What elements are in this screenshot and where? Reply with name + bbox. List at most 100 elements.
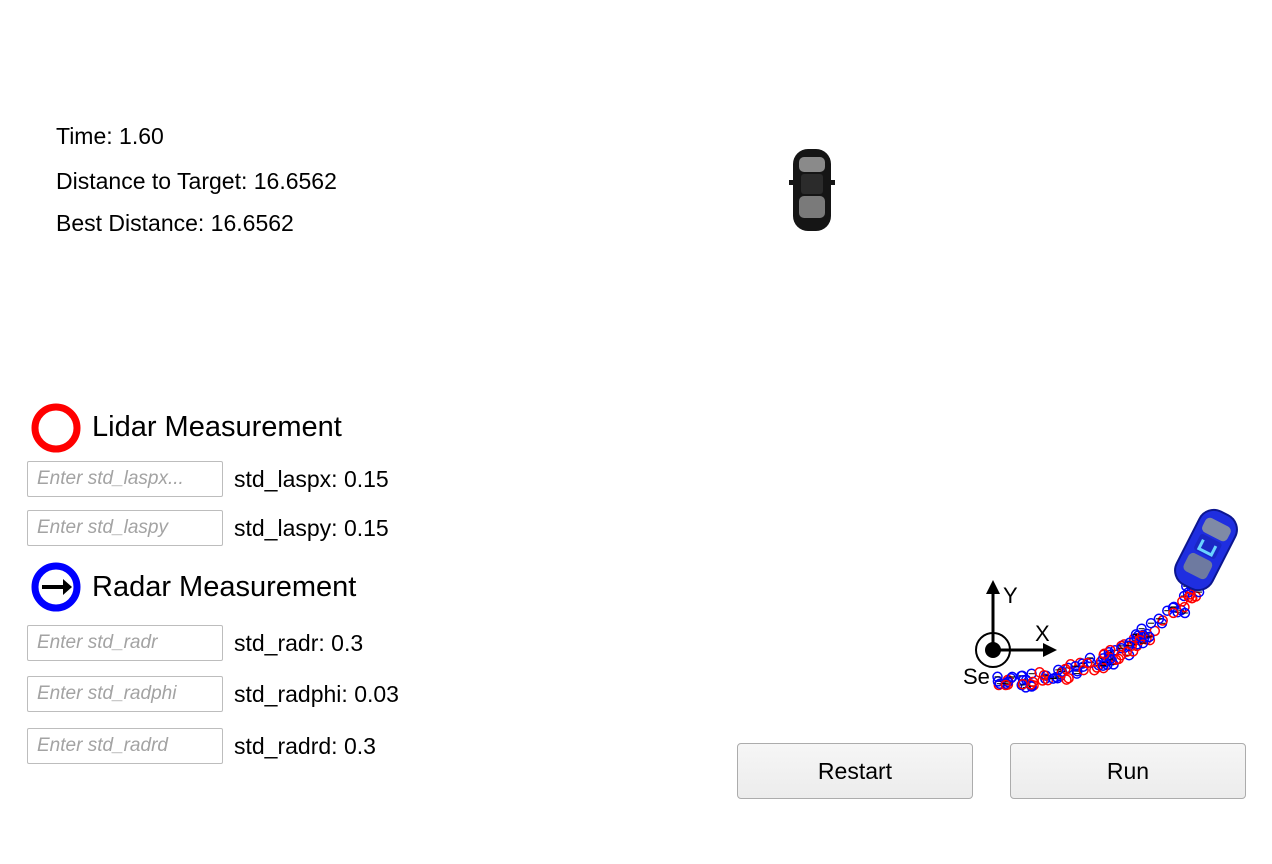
lidar-marker <box>1183 591 1195 603</box>
lidar-marker <box>1190 591 1202 602</box>
radar-marker <box>1156 618 1168 629</box>
lidar-marker <box>1131 640 1143 652</box>
radar-marker <box>1072 665 1083 677</box>
lidar-marker <box>1118 639 1130 650</box>
lidar-marker <box>1168 607 1179 619</box>
std-laspy-input[interactable] <box>27 510 223 546</box>
lidar-marker <box>1179 601 1190 613</box>
lidar-marker <box>1061 674 1072 685</box>
radar-marker <box>1179 607 1191 619</box>
radar-marker <box>1123 649 1135 661</box>
radar-marker <box>1132 630 1144 641</box>
std-laspx-input[interactable] <box>27 461 223 497</box>
radar-marker <box>1099 657 1111 668</box>
radar-marker <box>1056 666 1068 677</box>
radar-marker <box>1052 673 1063 684</box>
radar-marker <box>1097 653 1109 664</box>
radar-marker <box>1104 653 1116 665</box>
lidar-marker <box>1089 664 1100 676</box>
lidar-marker <box>1000 679 1011 691</box>
radar-marker <box>1040 673 1051 685</box>
radar-marker <box>1005 672 1017 684</box>
radar-marker <box>1062 662 1074 674</box>
radar-marker <box>1193 586 1205 598</box>
radar-marker <box>1190 579 1202 590</box>
radar-marker <box>1026 681 1037 692</box>
run-button[interactable]: Run <box>1010 743 1246 799</box>
std-radphi-input[interactable] <box>27 676 223 712</box>
black-car-icon <box>789 149 835 231</box>
x-axis-label: X <box>1035 621 1050 646</box>
std-radr-input[interactable] <box>27 625 223 661</box>
time-readout: Time: 1.60 <box>56 123 164 149</box>
radar-marker <box>1116 643 1127 654</box>
radar-marker <box>1051 671 1062 683</box>
lidar-marker <box>1002 674 1014 686</box>
radar-marker <box>1077 661 1089 672</box>
lidar-marker <box>1115 649 1127 661</box>
std-laspy-label: std_laspy: 0.15 <box>234 515 389 541</box>
lidar-marker <box>1078 664 1089 676</box>
radar-marker <box>1103 646 1115 658</box>
radar-measurement-title: Radar Measurement <box>92 571 357 603</box>
lidar-marker <box>1091 662 1103 673</box>
radar-marker <box>1000 678 1011 689</box>
radar-marker <box>1168 601 1180 613</box>
radar-marker <box>1077 658 1088 669</box>
radar-marker <box>1002 676 1014 688</box>
radar-marker <box>1016 670 1027 682</box>
lidar-marker <box>1074 657 1086 669</box>
lidar-marker <box>1121 646 1133 658</box>
radar-marker <box>1108 659 1119 670</box>
lidar-marker <box>1186 592 1197 604</box>
radar-marker <box>1106 655 1118 666</box>
distance-to-target-readout: Distance to Target: 16.6562 <box>56 168 337 194</box>
radar-marker <box>994 678 1006 689</box>
radar-marker <box>1139 632 1150 643</box>
std-radrd-label: std_radrd: 0.3 <box>234 733 376 759</box>
std-radrd-input[interactable] <box>27 728 223 764</box>
radar-marker <box>1136 623 1147 634</box>
radar-marker <box>1102 659 1113 671</box>
radar-marker <box>992 671 1003 683</box>
radar-marker <box>1182 587 1194 598</box>
radar-marker <box>1016 670 1028 681</box>
lidar-marker <box>1113 653 1124 665</box>
radar-marker <box>1189 575 1200 586</box>
lidar-marker <box>1127 646 1139 657</box>
restart-button[interactable]: Restart <box>737 743 973 799</box>
radar-marker <box>1040 670 1052 681</box>
lidar-marker <box>1128 633 1140 644</box>
lidar-marker <box>1063 672 1074 684</box>
radar-marker <box>1144 631 1155 643</box>
radar-marker <box>1124 637 1135 649</box>
lidar-marker <box>1129 635 1140 647</box>
blue-car-icon <box>1174 508 1238 592</box>
radar-marker <box>992 676 1004 687</box>
radar-marker <box>1153 613 1165 625</box>
lidar-marker <box>1105 644 1116 656</box>
lidar-marker <box>1116 640 1127 652</box>
lidar-marker <box>1098 649 1109 660</box>
lidar-marker <box>1141 634 1152 645</box>
lidar-marker <box>1002 676 1014 687</box>
radar-marker <box>1071 668 1083 679</box>
radar-marker <box>1006 671 1018 683</box>
lidar-marker <box>1028 680 1039 691</box>
radar-marker <box>1102 655 1113 666</box>
y-axis-label: Y <box>1003 583 1018 608</box>
lidar-marker <box>1095 656 1107 667</box>
radar-marker <box>1130 629 1142 640</box>
lidar-marker <box>1136 630 1148 642</box>
lidar-marker <box>1002 679 1014 690</box>
radar-marker <box>1137 629 1149 641</box>
radar-marker <box>1145 617 1157 629</box>
radar-marker <box>1167 602 1179 613</box>
lidar-marker <box>1065 659 1076 670</box>
radar-marker <box>1021 674 1032 686</box>
radar-marker <box>1070 660 1081 672</box>
lidar-marker <box>1037 675 1048 686</box>
lidar-marker <box>1060 663 1071 675</box>
radar-marker <box>1093 660 1105 671</box>
lidar-marker <box>1042 674 1054 686</box>
